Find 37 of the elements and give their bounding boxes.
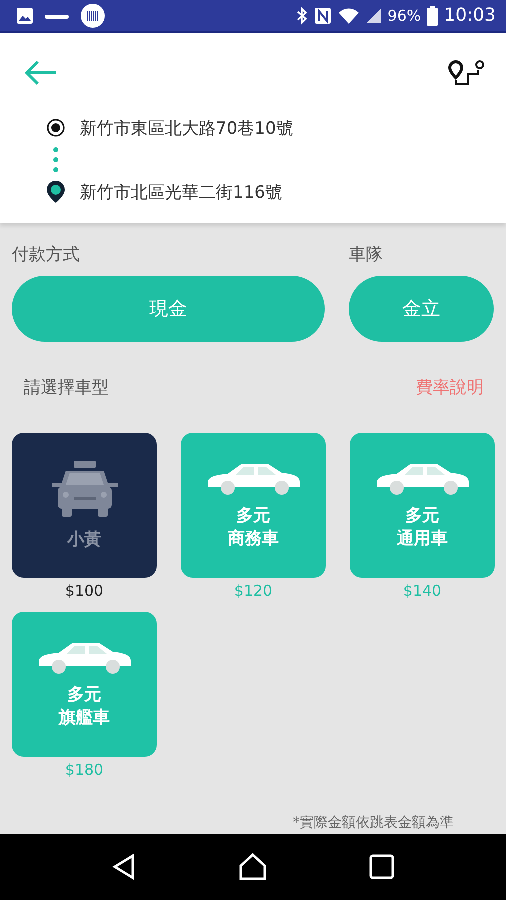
route-icon[interactable]: [448, 60, 486, 86]
origin-address: 新竹市東區北大路70巷10號: [80, 118, 294, 140]
payment-label: 付款方式: [12, 244, 81, 266]
section-title: 請選擇車型: [24, 377, 109, 399]
destination-pin-icon: [46, 180, 66, 204]
vehicle-card[interactable]: 多元 商務車: [181, 433, 326, 578]
payment-method-button[interactable]: 現金: [12, 276, 325, 342]
fare-note: *實際金額依跳表金額為準: [293, 814, 454, 832]
nfc-icon: [314, 6, 332, 24]
signal-icon: [366, 8, 382, 24]
destination-address: 新竹市北區光華二街116號: [80, 182, 282, 204]
vehicle-card[interactable]: 小黃: [12, 433, 157, 578]
vehicle-name: 多元 旗艦車: [59, 684, 110, 728]
origin-marker-icon: [46, 118, 66, 138]
vehicle-name: 小黃: [68, 529, 102, 552]
vehicle-price: $140: [403, 582, 442, 600]
route-dots: [53, 147, 59, 173]
vehicle-price: $120: [234, 582, 273, 600]
bluetooth-icon: [296, 6, 308, 24]
vehicle-card[interactable]: 多元 旗艦車: [12, 612, 157, 757]
vehicle-card[interactable]: 多元 通用車: [350, 433, 495, 578]
vehicle-price: $180: [65, 761, 104, 779]
battery-percent: 96%: [388, 6, 422, 24]
wifi-icon: [338, 6, 360, 24]
image-icon: [16, 6, 34, 24]
back-icon[interactable]: [110, 853, 137, 881]
fleet-label: 車隊: [349, 244, 384, 266]
recents-icon[interactable]: [369, 854, 396, 880]
vehicle-name: 多元 通用車: [397, 504, 448, 550]
vehicle-price: $100: [65, 582, 104, 600]
vehicle-name: 多元 商務車: [228, 504, 279, 550]
fleet-button[interactable]: 金立: [349, 276, 494, 342]
battery-icon: [427, 6, 438, 26]
clock: 10:03: [444, 5, 496, 26]
barcode-icon: [80, 2, 106, 28]
home-icon[interactable]: [238, 853, 268, 881]
rate-info-link[interactable]: 費率說明: [416, 376, 484, 399]
